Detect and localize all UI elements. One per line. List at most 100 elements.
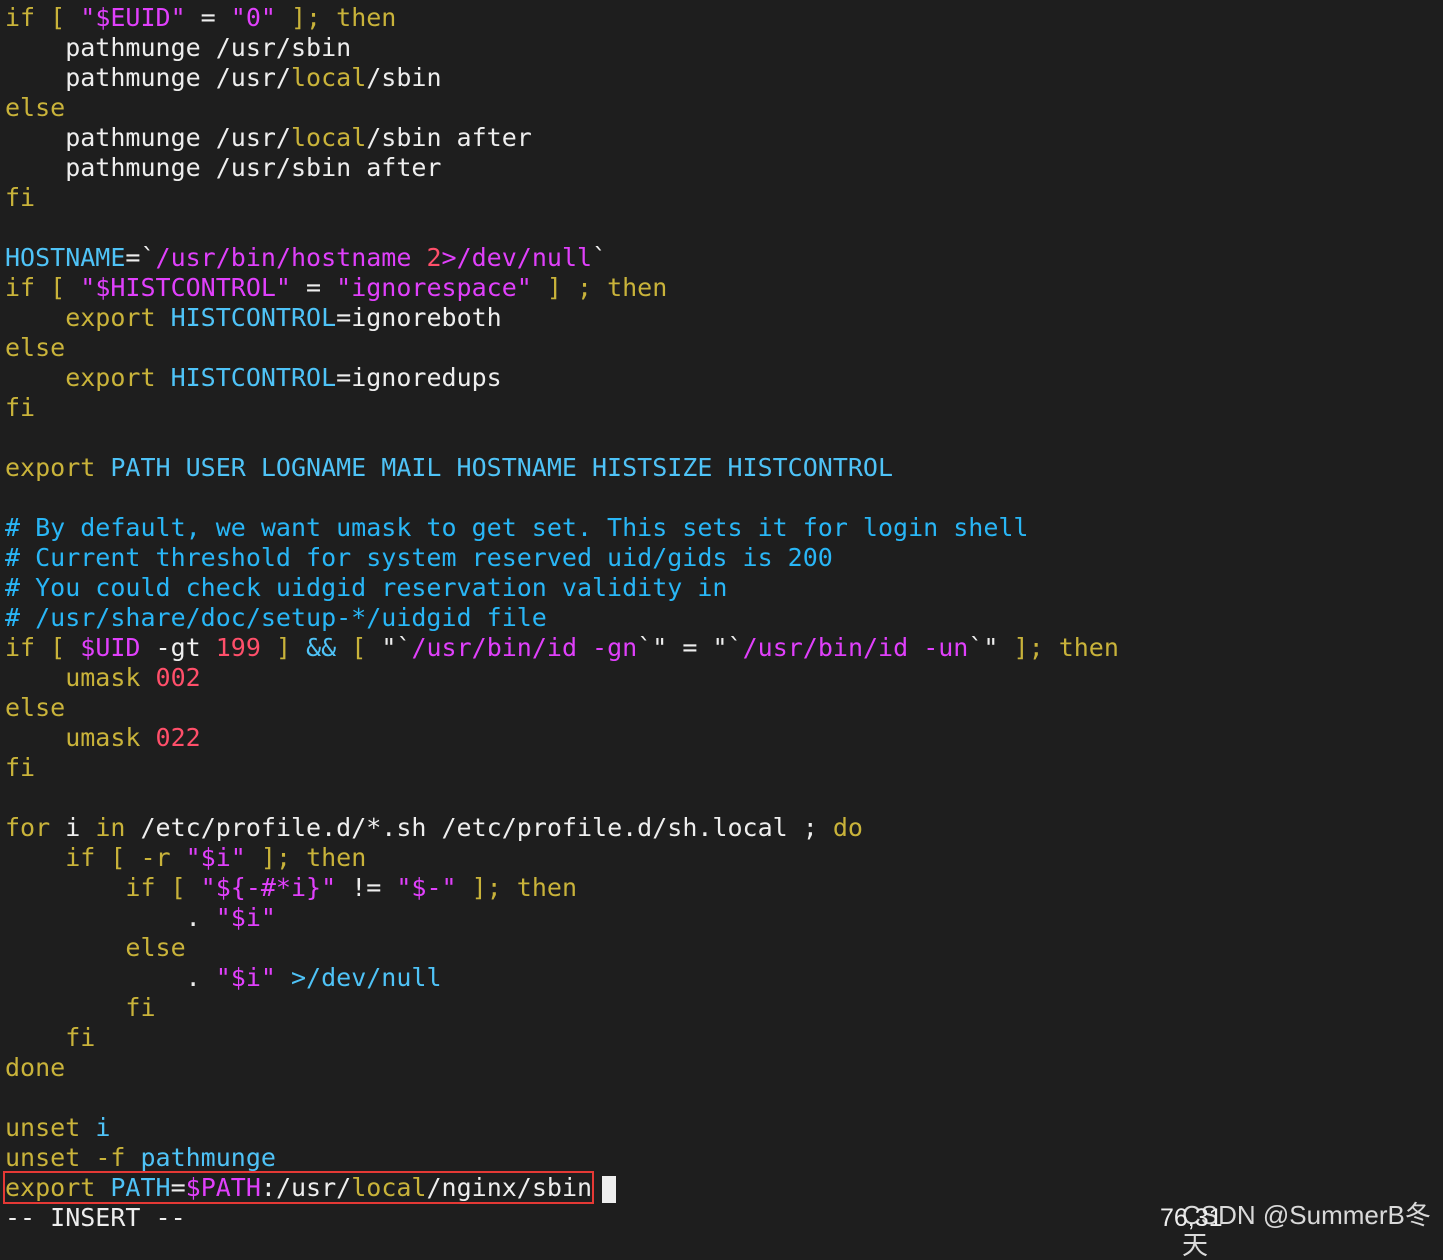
code-token: >/dev/null xyxy=(441,243,593,272)
code-token: fi xyxy=(5,993,156,1022)
code-token: HISTCONTROL xyxy=(170,363,337,392)
code-line[interactable]: pathmunge /usr/local/sbin after xyxy=(5,123,1443,153)
code-token: /etc/profile.d/*.sh /etc/profile.d/sh.lo… xyxy=(140,813,803,842)
text-cursor xyxy=(602,1175,617,1203)
code-token: umask xyxy=(5,663,156,692)
code-token: -gt xyxy=(140,633,216,662)
code-line[interactable]: if [ "$HISTCONTROL" = "ignorespace" ] ; … xyxy=(5,273,1443,303)
code-token: then xyxy=(306,843,367,872)
code-token: "$i" xyxy=(185,843,246,872)
code-token: $UID xyxy=(80,633,141,662)
code-token: [ xyxy=(35,273,81,302)
code-line[interactable] xyxy=(5,483,1443,513)
code-token: pathmunge xyxy=(140,1143,276,1172)
code-line[interactable]: # Current threshold for system reserved … xyxy=(5,543,1443,573)
code-token: "` xyxy=(381,633,412,662)
vim-mode-indicator: -- INSERT -- xyxy=(5,1203,186,1232)
code-line[interactable]: if [ "$EUID" = "0" ]; then xyxy=(5,3,1443,33)
code-token: = xyxy=(290,273,337,302)
code-token: in xyxy=(95,813,141,842)
code-token: [ xyxy=(35,633,81,662)
code-line[interactable]: umask 002 xyxy=(5,663,1443,693)
code-token: local xyxy=(290,63,367,92)
code-line[interactable]: if [ -r "$i" ]; then xyxy=(5,843,1443,873)
vim-editor-buffer[interactable]: if [ "$EUID" = "0" ]; then pathmunge /us… xyxy=(2,3,1443,1204)
code-line[interactable]: fi xyxy=(5,753,1443,783)
code-token: /nginx/sbin xyxy=(426,1173,593,1202)
code-line[interactable]: pathmunge /usr/local/sbin xyxy=(5,63,1443,93)
code-line[interactable]: # By default, we want umask to get set. … xyxy=(5,513,1443,543)
code-token: ` xyxy=(592,243,608,272)
code-line[interactable]: unset i xyxy=(5,1113,1443,1143)
code-token: # Current threshold for system reserved … xyxy=(5,543,833,572)
code-line[interactable]: fi xyxy=(5,183,1443,213)
code-token: # You could check uidgid reservation val… xyxy=(5,573,728,602)
code-token: PATH xyxy=(110,1173,171,1202)
code-token: if xyxy=(5,633,36,662)
code-token: pathmunge /usr/sbin xyxy=(5,33,352,62)
code-token: 002 xyxy=(155,663,201,692)
code-token: -f xyxy=(95,1143,141,1172)
code-token: "$EUID" xyxy=(80,3,186,32)
code-line[interactable]: export HISTCONTROL=ignoreboth xyxy=(5,303,1443,333)
code-line[interactable]: else xyxy=(5,93,1443,123)
code-token: fi xyxy=(5,753,36,782)
code-line[interactable] xyxy=(5,423,1443,453)
code-token: local xyxy=(290,123,367,152)
code-line[interactable]: # /usr/share/doc/setup-*/uidgid file xyxy=(5,603,1443,633)
code-line[interactable]: if [ $UID -gt 199 ] && [ "`/usr/bin/id -… xyxy=(5,633,1443,663)
code-line[interactable]: fi xyxy=(5,1023,1443,1053)
code-line[interactable]: export HISTCONTROL=ignoredups xyxy=(5,363,1443,393)
code-token: /usr/bin/hostname xyxy=(155,243,427,272)
code-token: ] ; xyxy=(531,273,608,302)
code-token: != xyxy=(336,873,397,902)
code-line[interactable]: umask 022 xyxy=(5,723,1443,753)
code-line[interactable] xyxy=(5,213,1443,243)
code-token: "` xyxy=(712,633,743,662)
code-token: export xyxy=(5,303,171,332)
code-line[interactable]: for i in /etc/profile.d/*.sh /etc/profil… xyxy=(5,813,1443,843)
code-line[interactable]: HOSTNAME=`/usr/bin/hostname 2>/dev/null` xyxy=(5,243,1443,273)
code-token: if xyxy=(5,273,36,302)
code-token: && xyxy=(306,633,337,662)
code-line[interactable] xyxy=(5,1083,1443,1113)
code-token: `" xyxy=(968,633,999,662)
code-line[interactable]: . "$i" xyxy=(5,903,1443,933)
code-line[interactable]: else xyxy=(5,933,1443,963)
code-line[interactable]: . "$i" >/dev/null xyxy=(5,963,1443,993)
code-line[interactable]: # You could check uidgid reservation val… xyxy=(5,573,1443,603)
code-token: = xyxy=(185,3,231,32)
code-token: else xyxy=(5,333,66,362)
code-line[interactable] xyxy=(5,783,1443,813)
current-edit-line[interactable]: export PATH=$PATH:/usr/local/nginx/sbin xyxy=(2,1171,1443,1204)
code-token: if xyxy=(5,843,96,872)
code-token: i xyxy=(95,1113,111,1142)
code-token: . xyxy=(5,903,216,932)
code-line[interactable]: unset -f pathmunge xyxy=(5,1143,1443,1173)
code-token: then xyxy=(1058,633,1119,662)
code-line[interactable]: else xyxy=(5,333,1443,363)
code-line[interactable]: done xyxy=(5,1053,1443,1083)
code-token: = xyxy=(667,633,713,662)
code-line[interactable]: export PATH USER LOGNAME MAIL HOSTNAME H… xyxy=(5,453,1443,483)
code-token: 199 xyxy=(215,633,261,662)
code-token: = xyxy=(170,1173,186,1202)
code-token: ]; xyxy=(245,843,307,872)
code-line[interactable]: pathmunge /usr/sbin after xyxy=(5,153,1443,183)
code-token: ; xyxy=(802,813,833,842)
code-token: fi xyxy=(5,393,36,422)
code-token: PATH USER LOGNAME MAIL HOSTNAME HISTSIZE… xyxy=(110,453,894,482)
code-token: pathmunge /usr/sbin after xyxy=(5,153,442,182)
code-line[interactable]: pathmunge /usr/sbin xyxy=(5,33,1443,63)
code-token: :/usr/ xyxy=(260,1173,352,1202)
code-token: then xyxy=(607,273,668,302)
code-token: local xyxy=(351,1173,427,1202)
code-line[interactable]: fi xyxy=(5,993,1443,1023)
code-token: else xyxy=(5,93,66,122)
highlighted-export-path-line: export PATH=$PATH:/usr/local/nginx/sbin xyxy=(2,1171,595,1204)
code-line[interactable]: else xyxy=(5,693,1443,723)
code-line[interactable]: fi xyxy=(5,393,1443,423)
code-line[interactable]: if [ "${-#*i}" != "$-" ]; then xyxy=(5,873,1443,903)
code-token: [ xyxy=(95,843,141,872)
code-token: "ignorespace" xyxy=(336,273,532,302)
